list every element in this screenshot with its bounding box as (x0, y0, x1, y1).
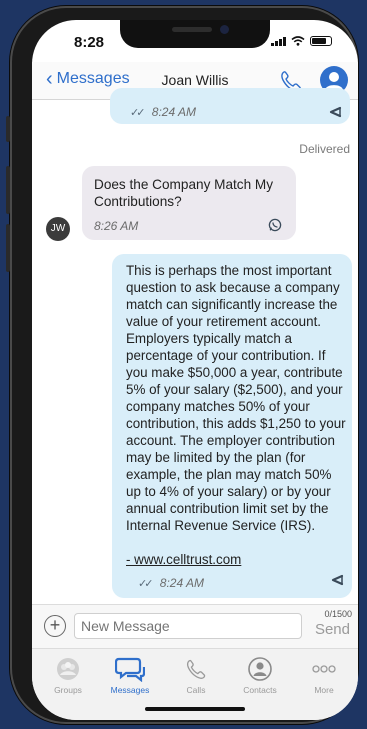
outgoing-message-bubble: ✓✓ 8:24 AM (110, 88, 350, 124)
contacts-icon (248, 657, 272, 681)
status-time: 8:28 (74, 34, 105, 51)
tab-label: Calls (186, 685, 206, 695)
signal-icon (271, 36, 286, 46)
tab-contacts[interactable]: Contacts (230, 655, 290, 695)
whatsapp-icon (268, 218, 282, 232)
tab-bar: Groups Messages Calls Contacts More (32, 648, 358, 720)
message-meta: ✓✓ 8:24 AM (130, 105, 196, 119)
double-check-icon: ✓✓ (130, 107, 146, 119)
double-check-icon: ✓✓ (138, 578, 154, 590)
delivery-status: Delivered (299, 142, 350, 156)
message-meta: ✓✓ 8:24 AM (138, 576, 204, 590)
plus-icon: + (49, 615, 61, 635)
wifi-icon (291, 36, 305, 46)
screen: 8:28 ‹ Messages Joan Willis ✓✓ 8:24 AM D… (32, 20, 358, 720)
message-time: 8:24 AM (151, 105, 197, 119)
outgoing-message-bubble: This is perhaps the most important quest… (112, 254, 352, 598)
tab-label: Contacts (243, 685, 277, 695)
send-button[interactable]: Send (315, 621, 350, 638)
message-time: 8:24 AM (159, 576, 205, 590)
tab-label: Groups (54, 685, 82, 695)
message-thread[interactable]: ✓✓ 8:24 AM Delivered Does the Company Ma… (32, 88, 358, 604)
incoming-message-bubble: Does the Company Match My Contributions?… (82, 166, 296, 240)
reply-icon[interactable] (328, 106, 342, 118)
notch (120, 20, 270, 48)
tab-calls[interactable]: Calls (166, 655, 226, 695)
speaker (172, 27, 212, 32)
message-link[interactable]: - www.celltrust.com (126, 551, 241, 568)
message-text: This is perhaps the most important quest… (126, 263, 346, 533)
messages-icon (115, 657, 145, 682)
message-text: Does the Company Match My Contributions? (94, 177, 274, 209)
reply-icon[interactable] (330, 574, 344, 586)
tab-more[interactable]: More (294, 655, 354, 695)
character-counter: 0/1500 (324, 609, 352, 619)
tab-messages[interactable]: Messages (100, 655, 160, 695)
home-indicator[interactable] (145, 707, 245, 711)
mute-switch (6, 116, 10, 142)
volume-down-button (6, 224, 10, 272)
avatar[interactable]: JW (46, 217, 70, 241)
more-icon (312, 665, 336, 673)
front-camera (220, 25, 229, 34)
tab-label: More (314, 685, 334, 695)
phone-frame: 8:28 ‹ Messages Joan Willis ✓✓ 8:24 AM D… (6, 6, 358, 724)
battery-icon (310, 36, 332, 46)
groups-icon (57, 658, 79, 680)
add-attachment-button[interactable]: + (44, 615, 66, 637)
tab-groups[interactable]: Groups (38, 655, 98, 695)
tab-label: Messages (110, 685, 150, 695)
message-composer: + 0/1500 Send (32, 604, 358, 648)
volume-up-button (6, 166, 10, 214)
status-icons (271, 36, 332, 46)
message-input[interactable] (74, 613, 302, 639)
message-time: 8:26 AM (94, 219, 139, 233)
contact-name: Joan Willis (161, 72, 229, 88)
phone-icon (186, 659, 206, 679)
